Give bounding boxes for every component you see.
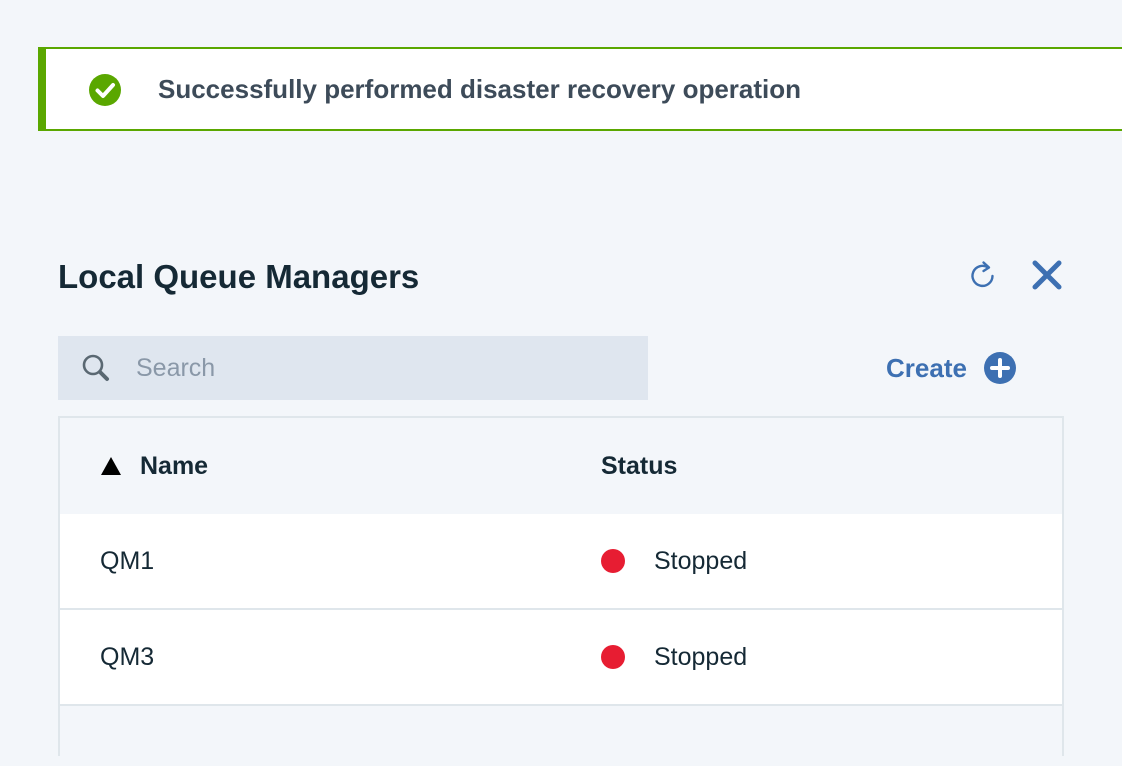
checkmark-filled-icon [89, 74, 121, 106]
add-filled-icon [983, 352, 1016, 384]
search-field[interactable] [58, 336, 648, 400]
sort-ascending-icon [101, 457, 121, 475]
queue-manager-status: Stopped [654, 547, 748, 575]
queue-managers-table: Name Status QM1 Stopped QM3 Stopped [58, 416, 1064, 766]
create-label: Create [886, 352, 967, 383]
create-button[interactable]: Create [886, 346, 1017, 390]
table-header: Name Status [60, 418, 1062, 516]
table-row[interactable]: QM1 Stopped [60, 514, 1062, 610]
table-footer [60, 706, 1062, 766]
column-header-status[interactable]: Status [601, 418, 677, 514]
queue-manager-name[interactable]: QM1 [100, 514, 154, 608]
close-icon[interactable] [1028, 256, 1066, 294]
search-input[interactable] [136, 336, 626, 400]
notification-message: Successfully performed disaster recovery… [158, 74, 802, 104]
queue-manager-status: Stopped [654, 643, 748, 671]
table-row[interactable]: QM3 Stopped [60, 610, 1062, 706]
refresh-icon[interactable] [966, 258, 1000, 292]
column-header-name[interactable]: Name [100, 418, 208, 514]
status-indicator-icon [601, 549, 625, 573]
status-indicator-icon [601, 645, 625, 669]
panel-title: Local Queue Managers [58, 258, 420, 295]
column-label-name: Name [140, 452, 209, 480]
queue-manager-name[interactable]: QM3 [100, 610, 154, 704]
search-icon [82, 354, 109, 381]
success-notification: Successfully performed disaster recovery… [38, 47, 1122, 131]
